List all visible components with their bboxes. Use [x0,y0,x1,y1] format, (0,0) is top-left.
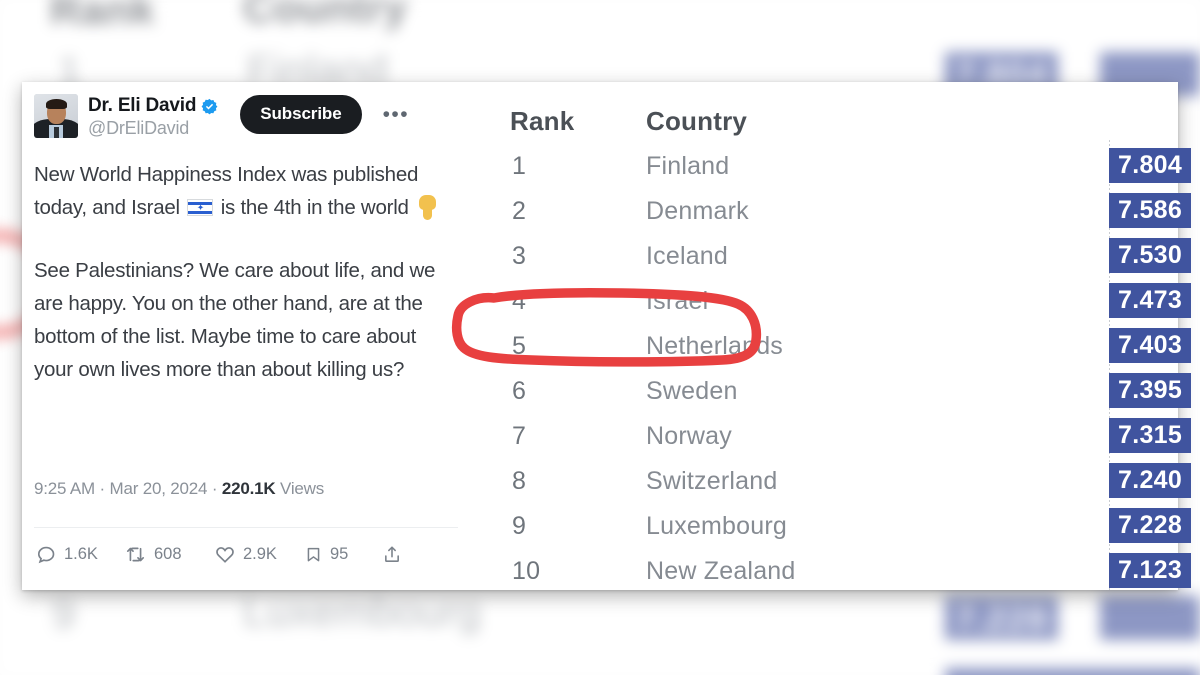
row-score-8: 7.240 [1109,463,1192,498]
row-score-6: 7.395 [1109,373,1192,408]
views-count: 220.1K [221,479,276,498]
row-score-2: 7.586 [1109,193,1192,228]
bg-row-rank-9: 9 [52,590,76,637]
reply-icon [37,546,55,564]
verified-badge-icon [201,98,218,114]
row-rank-3: 3 [512,242,527,270]
row-country-5: Netherlands [646,332,784,360]
point-down-icon [417,195,439,221]
bg-row-score-9: 7.228 [945,596,1058,640]
row-rank-10: 10 [512,557,541,585]
row-score-4: 7.473 [1109,283,1192,318]
retweet-icon [126,547,145,562]
row-score-1: 7.804 [1109,148,1192,183]
like-count: 2.9K [243,545,277,563]
share-action[interactable] [382,544,422,565]
retweet-count: 608 [154,545,182,563]
like-action[interactable]: 2.9K [214,544,304,565]
screenshot-stage: Rank Country 1 Finland 7.804 9 Luxembour… [0,0,1200,675]
tweet-table-card: Dr. Eli David @DrEliDavid Subscribe ••• … [22,82,1192,592]
row-country-10: New Zealand [646,557,796,585]
tweet-metadata: 9:25 AM · Mar 20, 2024 · 220.1K Views [34,479,324,499]
row-country-4: Israel [646,287,709,315]
tweet-time: 9:25 AM [34,479,95,498]
bg-score-bar-bottom-2 [945,668,1200,675]
row-rank-2: 2 [512,197,527,225]
author-handle[interactable]: @DrEliDavid [88,118,218,139]
row-rank-9: 9 [512,512,527,540]
tweet-text-part-2: is the 4th in the world [215,196,415,219]
row-rank-4: 4 [512,287,527,315]
reply-action[interactable]: 1.6K [36,544,124,565]
avatar-hair [46,99,67,109]
row-score-5: 7.403 [1109,328,1192,363]
row-rank-1: 1 [512,152,527,180]
heart-icon [216,547,234,563]
bg-score-bar-bottom [1100,596,1200,640]
avatar-tie [54,127,59,138]
row-country-3: Iceland [646,242,729,270]
bg-header-rank: Rank [50,0,155,33]
author-block: Dr. Eli David @DrEliDavid [88,94,218,139]
row-score-7: 7.315 [1109,418,1192,453]
row-score-9: 7.228 [1109,508,1192,543]
row-score-3: 7.530 [1109,238,1192,273]
author-display-name[interactable]: Dr. Eli David [88,95,196,117]
row-country-6: Sweden [646,377,738,405]
row-country-7: Norway [646,422,732,450]
meta-sep-1: · [99,479,106,498]
row-country-2: Denmark [646,197,749,225]
bg-header-country: Country [243,0,408,31]
reply-count: 1.6K [64,545,98,563]
ranking-table: Rank Country 1 Finland 7.804 2 Denmark 7… [474,82,1192,592]
row-rank-5: 5 [512,332,527,360]
row-country-1: Finland [646,152,730,180]
subscribe-button[interactable]: Subscribe [240,95,362,134]
tweet-paragraph-2: See Palestinians? We care about life, an… [34,259,436,381]
row-rank-6: 6 [512,377,527,405]
bookmark-count: 95 [330,545,349,563]
star-of-david-icon: ✦ [196,202,205,212]
tweet-panel: Dr. Eli David @DrEliDavid Subscribe ••• … [22,82,474,590]
views-label: Views [279,479,325,498]
bookmark-action[interactable]: 95 [304,544,382,565]
meta-sep-2: · [211,479,218,498]
avatar[interactable] [34,94,78,138]
point-down-finger [423,206,433,220]
column-header-country: Country [646,106,748,136]
column-header-rank: Rank [510,106,575,136]
bookmark-icon [307,547,320,562]
row-rank-7: 7 [512,422,527,450]
row-score-10: 7.123 [1109,553,1192,588]
row-country-8: Switzerland [646,467,778,495]
retweet-action[interactable]: 608 [124,544,214,565]
tweet-paragraph-1: New World Happiness Index was published … [34,158,446,224]
share-icon [385,546,399,562]
israel-flag-icon: ✦ [187,199,214,216]
more-options-icon[interactable]: ••• [383,104,410,125]
tweet-divider [34,527,458,528]
tweet-actions: 1.6K 608 2.9K 95 [36,544,456,565]
row-country-9: Luxembourg [646,512,787,540]
tweet-header: Dr. Eli David @DrEliDavid Subscribe ••• [34,94,460,142]
tweet-date: Mar 20, 2024 [109,479,208,498]
bg-row-country-9: Luxembourg [243,588,482,635]
tweet-text: New World Happiness Index was published … [34,158,446,386]
row-rank-8: 8 [512,467,527,495]
author-name-line: Dr. Eli David [88,95,218,117]
